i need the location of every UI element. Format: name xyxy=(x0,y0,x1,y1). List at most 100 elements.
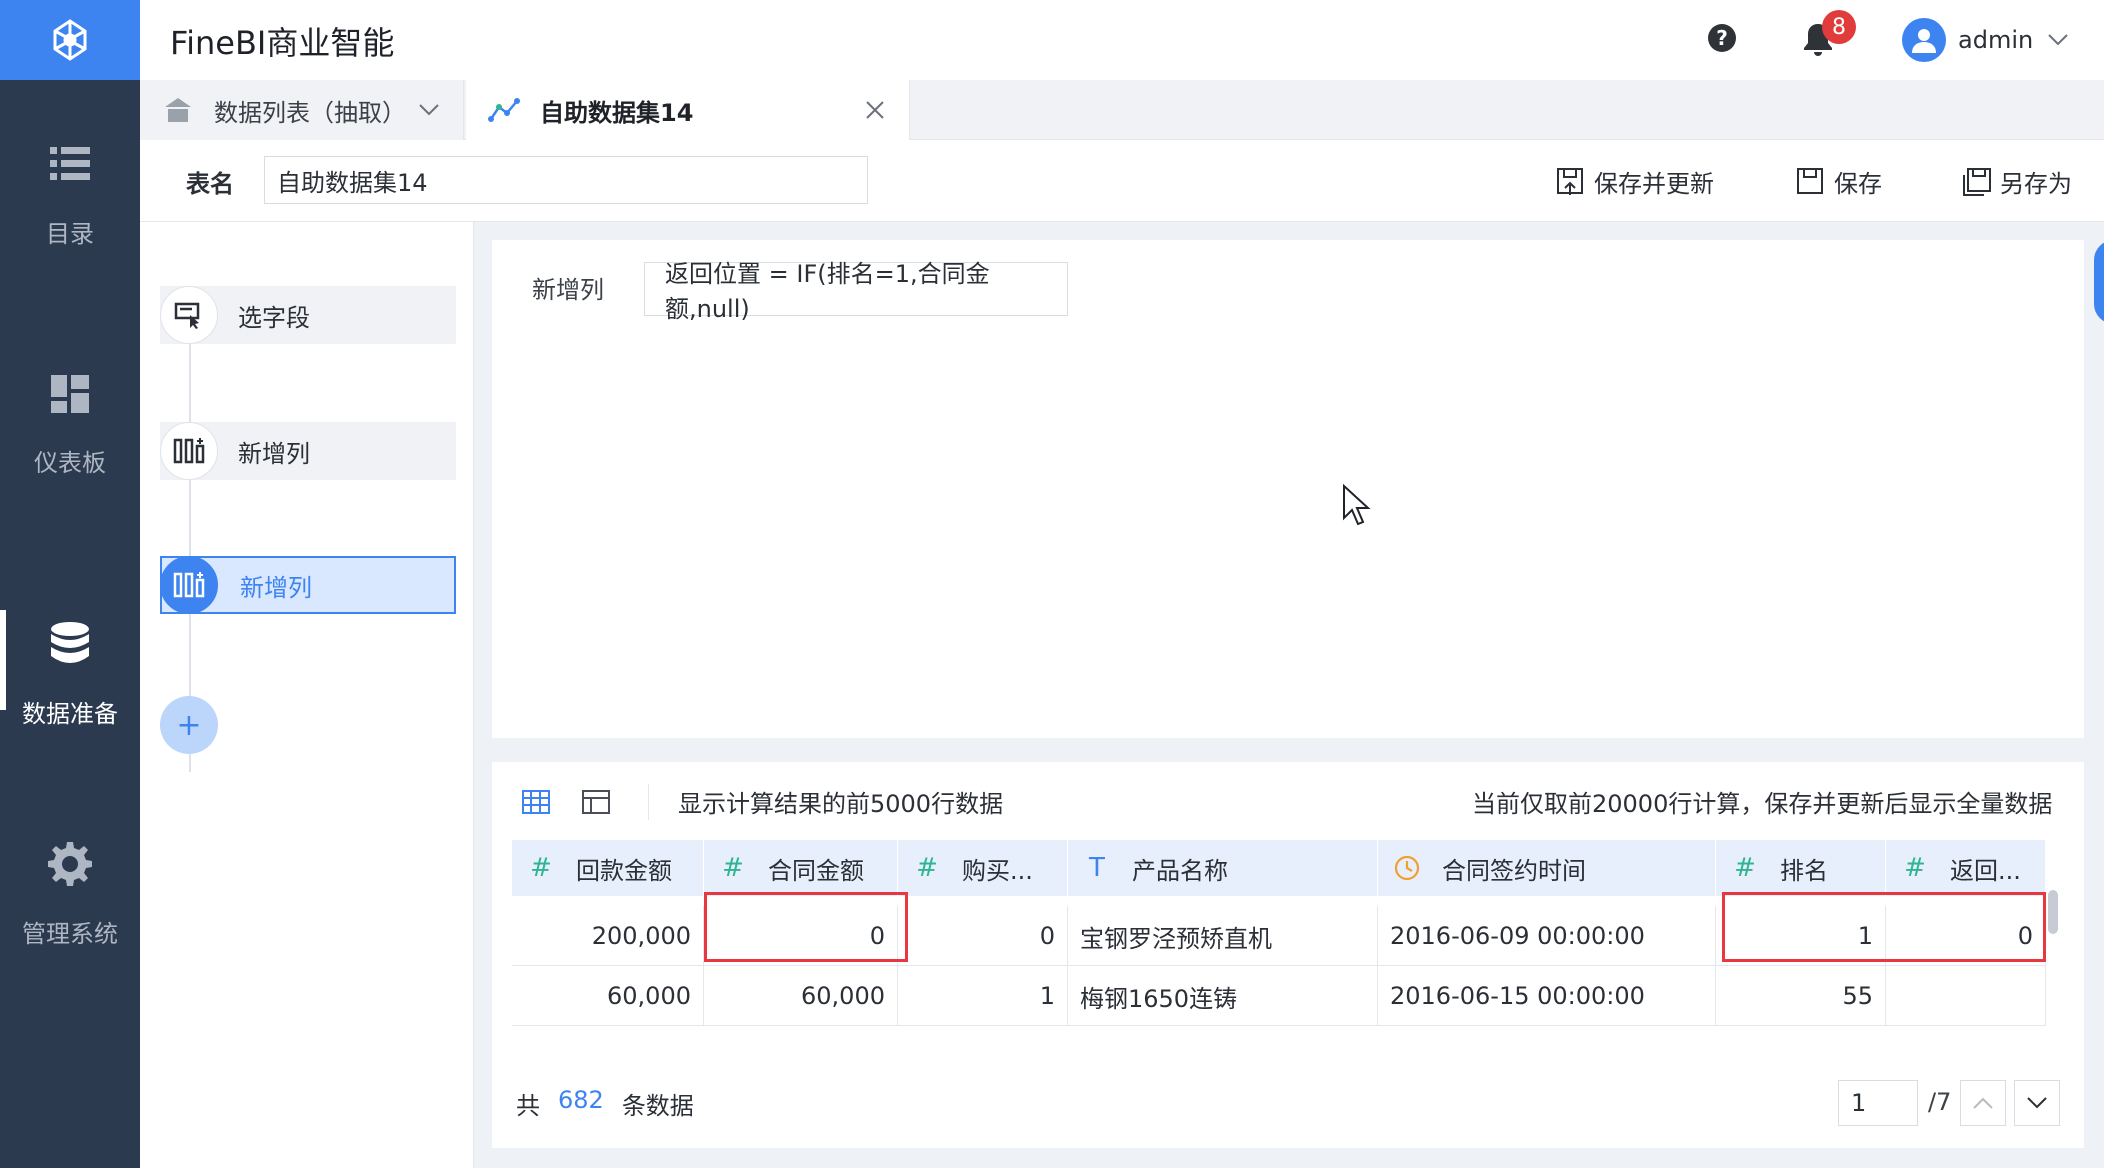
column-config-panel: 新增列 返回位置 = IF(排名=1,合同金额,null) xyxy=(492,240,2084,738)
total-suffix: 条数据 xyxy=(621,1092,694,1120)
table-cell: 宝钢罗泾预矫直机 xyxy=(1068,906,1378,966)
steps-panel: 选字段 新增列 新增列 + xyxy=(140,222,474,1168)
table-name-bar: 表名 自助数据集14 保存并更新 保存 另存为 xyxy=(140,140,2104,222)
tab-label: 数据列表（抽取） xyxy=(214,98,406,127)
config-label: 新增列 xyxy=(532,276,604,304)
table-row[interactable]: 60,000 60,000 1 梅钢1650连铸 2016-06-15 00:0… xyxy=(512,966,2046,1026)
mouse-cursor-icon xyxy=(1343,484,1371,526)
step-select-fields[interactable]: 选字段 xyxy=(160,286,456,344)
column-name: 回款金额 xyxy=(576,856,672,885)
nav-label: 目录 xyxy=(46,220,94,248)
column-name: 合同金额 xyxy=(768,856,864,885)
table-cell: 55 xyxy=(1716,966,1886,1026)
tab-label: 自助数据集14 xyxy=(540,98,694,127)
page-number-input[interactable]: 1 xyxy=(1838,1080,1918,1126)
table-cell: 1 xyxy=(898,966,1068,1026)
save-as-icon xyxy=(1963,167,1991,196)
next-page-button[interactable] xyxy=(2014,1080,2060,1126)
table-cell: 200,000 xyxy=(512,906,704,966)
step-label: 新增列 xyxy=(240,573,312,602)
left-navigation: 目录 仪表板 数据准备 管理系统 xyxy=(0,0,140,1168)
save-and-update-label: 保存并更新 xyxy=(1594,170,1714,198)
total-count: 共 682 条数据 xyxy=(516,1086,694,1121)
save-label: 保存 xyxy=(1834,170,1882,198)
chevron-up-icon xyxy=(1973,1097,1993,1109)
table-header: # 回款金额 # 合同金额 # 购买... T 产品名称 合同签约时间 # 排名… xyxy=(512,840,2046,896)
tab-data-list[interactable]: 数据列表（抽取） xyxy=(140,80,464,140)
highlight-box-rank-return xyxy=(1722,892,2046,962)
table-scrollbar[interactable] xyxy=(2048,890,2058,934)
table-cell: 梅钢1650连铸 xyxy=(1068,966,1378,1026)
dashboard-icon xyxy=(46,370,94,417)
column-name: 返回... xyxy=(1950,856,2021,885)
clock-icon xyxy=(1392,855,1422,881)
column-name: 合同签约时间 xyxy=(1442,856,1586,885)
save-as-button[interactable]: 另存为 xyxy=(1962,164,2072,199)
table-cell xyxy=(1886,966,2046,1026)
number-type-icon: # xyxy=(530,853,552,883)
chevron-down-icon xyxy=(2048,34,2068,46)
formula-field[interactable]: 返回位置 = IF(排名=1,合同金额,null) xyxy=(644,260,1068,323)
step-add-column-1[interactable]: 新增列 xyxy=(160,422,456,480)
preview-info-right: 当前仅取前20000行计算，保存并更新后显示全量数据 xyxy=(1472,790,2053,818)
tab-dataset[interactable]: 自助数据集14 xyxy=(466,80,910,140)
preview-info-left: 显示计算结果的前5000行数据 xyxy=(678,790,1004,818)
user-menu[interactable]: admin xyxy=(1902,18,2069,62)
logo-icon xyxy=(53,19,87,61)
page-count: /7 xyxy=(1928,1088,1952,1116)
column-header-payment[interactable]: # 回款金额 xyxy=(512,840,704,896)
table-cell: 0 xyxy=(898,906,1068,966)
column-header-rank[interactable]: # 排名 xyxy=(1716,840,1886,896)
column-name: 排名 xyxy=(1780,856,1828,885)
close-icon[interactable] xyxy=(863,98,887,122)
column-name: 产品名称 xyxy=(1132,856,1228,885)
nav-item-catalog[interactable]: 目录 xyxy=(0,100,140,260)
table-cell: 2016-06-15 00:00:00 xyxy=(1378,966,1716,1026)
save-as-label: 另存为 xyxy=(2000,170,2072,198)
step-add-column-2[interactable]: 新增列 xyxy=(160,556,456,614)
avatar xyxy=(1902,18,1946,62)
column-header-purchase[interactable]: # 购买... xyxy=(898,840,1068,896)
data-preview-panel: 显示计算结果的前5000行数据 当前仅取前20000行计算，保存并更新后显示全量… xyxy=(492,762,2084,1148)
step-label: 新增列 xyxy=(238,439,310,468)
save-button[interactable]: 保存 xyxy=(1796,164,1882,199)
highlight-box-contract-amount xyxy=(704,892,908,962)
gear-icon xyxy=(46,840,94,888)
nav-item-data-prep[interactable]: 数据准备 xyxy=(0,580,140,740)
grid-view-icon[interactable] xyxy=(520,786,552,818)
step-label: 选字段 xyxy=(238,303,310,332)
number-type-icon: # xyxy=(916,853,938,883)
table-cell: 60,000 xyxy=(704,966,898,1026)
home-icon xyxy=(162,94,194,126)
help-icon[interactable]: ? xyxy=(1708,24,1736,52)
app-logo[interactable] xyxy=(0,0,140,80)
column-header-product-name[interactable]: T 产品名称 xyxy=(1068,840,1378,896)
column-header-sign-date[interactable]: 合同签约时间 xyxy=(1378,840,1716,896)
nav-label: 管理系统 xyxy=(22,920,118,948)
column-header-return-position[interactable]: # 返回... xyxy=(1886,840,2046,896)
table-name-input[interactable]: 自助数据集14 xyxy=(264,156,868,204)
list-icon xyxy=(46,140,94,188)
save-and-update-button[interactable]: 保存并更新 xyxy=(1556,164,1714,199)
chevron-down-icon[interactable] xyxy=(417,98,441,122)
add-step-button[interactable]: + xyxy=(160,696,218,754)
nav-item-dashboard[interactable]: 仪表板 xyxy=(0,318,140,478)
nav-label: 数据准备 xyxy=(22,700,118,728)
number-type-icon: # xyxy=(1904,853,1926,883)
nav-item-admin[interactable]: 管理系统 xyxy=(0,800,140,960)
side-collapse-handle[interactable] xyxy=(2094,240,2104,324)
app-title: FineBI商业智能 xyxy=(170,24,395,62)
total-prefix: 共 xyxy=(516,1092,540,1120)
select-fields-icon xyxy=(160,286,218,344)
layout-view-icon[interactable] xyxy=(580,786,612,818)
user-icon xyxy=(1912,29,1936,53)
database-icon xyxy=(46,620,94,668)
table-cell: 2016-06-09 00:00:00 xyxy=(1378,906,1716,966)
column-header-contract-amount[interactable]: # 合同金额 xyxy=(704,840,898,896)
line-chart-icon xyxy=(488,94,520,126)
number-type-icon: # xyxy=(722,853,744,883)
prev-page-button[interactable] xyxy=(1960,1080,2006,1126)
column-name: 购买... xyxy=(962,856,1033,885)
save-update-icon xyxy=(1557,167,1583,195)
nav-label: 仪表板 xyxy=(34,449,106,477)
